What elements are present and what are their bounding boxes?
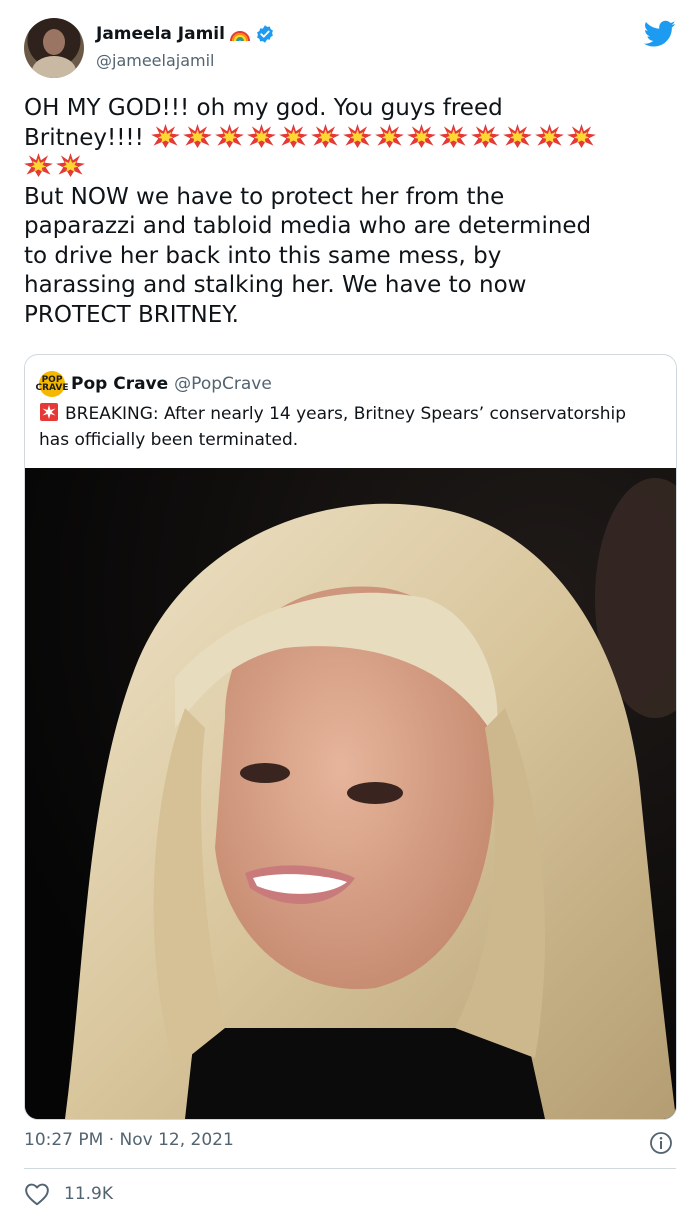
collision-icon [535,123,565,148]
quoted-tweet-body: BREAKING: After nearly 14 years, Britney… [39,404,627,450]
pop-crave-logo-text: POP CRAVE [35,375,69,393]
info-icon[interactable] [649,1131,673,1155]
likes-count[interactable]: 11.9K [64,1184,113,1204]
avatar-body [32,56,76,78]
quoted-tweet-text: BREAKING: After nearly 14 years, Britney… [39,401,659,453]
tweet-line-1: OH MY GOD!!! oh my god. You guys freed [24,95,503,121]
rainbow-icon [229,31,250,42]
collision-icon [151,123,181,148]
tweet-body: But NOW we have to protect her from the … [24,183,592,328]
heart-icon[interactable] [24,1182,50,1206]
pop-crave-avatar[interactable]: POP CRAVE [36,371,69,397]
quoted-author-name[interactable]: Pop Crave [71,374,168,394]
collision-icon [311,123,341,148]
tweet-line-2-prefix: Britney!!!! [24,124,152,151]
collision-icon [343,123,373,148]
quoted-author-handle[interactable]: @PopCrave [174,374,272,394]
author-name[interactable]: Jameela Jamil [96,24,225,44]
emoji-row-line-2 [151,123,599,151]
quoted-tweet-card[interactable]: POP CRAVE Pop Crave @PopCrave BREAKING: … [24,354,677,1120]
author-handle[interactable]: @jameelajamil [96,51,215,70]
author-avatar[interactable] [24,18,84,78]
tweet-text: OH MY GOD!!! oh my god. You guys freed B… [24,94,674,330]
collision-icon [375,123,405,148]
avatar-face [43,29,65,55]
collision-icon [215,123,245,148]
emoji-row-line-3 [24,153,88,180]
collision-icon [503,123,533,148]
quoted-tweet-photo[interactable] [25,468,676,1119]
collision-icon [56,153,85,177]
twitter-bird-icon[interactable] [644,20,676,48]
divider [24,1168,676,1169]
collision-icon [247,123,277,148]
collision-icon [439,123,469,148]
siren-icon [40,403,58,421]
author-name-row: Jameela Jamil [96,24,275,44]
likes-row: 11.9K [24,1182,113,1206]
collision-icon [471,123,501,148]
collision-icon [567,123,597,148]
collision-icon [183,123,213,148]
collision-icon [279,123,309,148]
collision-icon [407,123,437,148]
quoted-tweet-header: POP CRAVE Pop Crave @PopCrave [36,371,272,397]
tweet-timestamp[interactable]: 10:27 PM · Nov 12, 2021 [24,1130,234,1150]
collision-icon [24,153,53,177]
verified-badge-icon [257,25,273,43]
